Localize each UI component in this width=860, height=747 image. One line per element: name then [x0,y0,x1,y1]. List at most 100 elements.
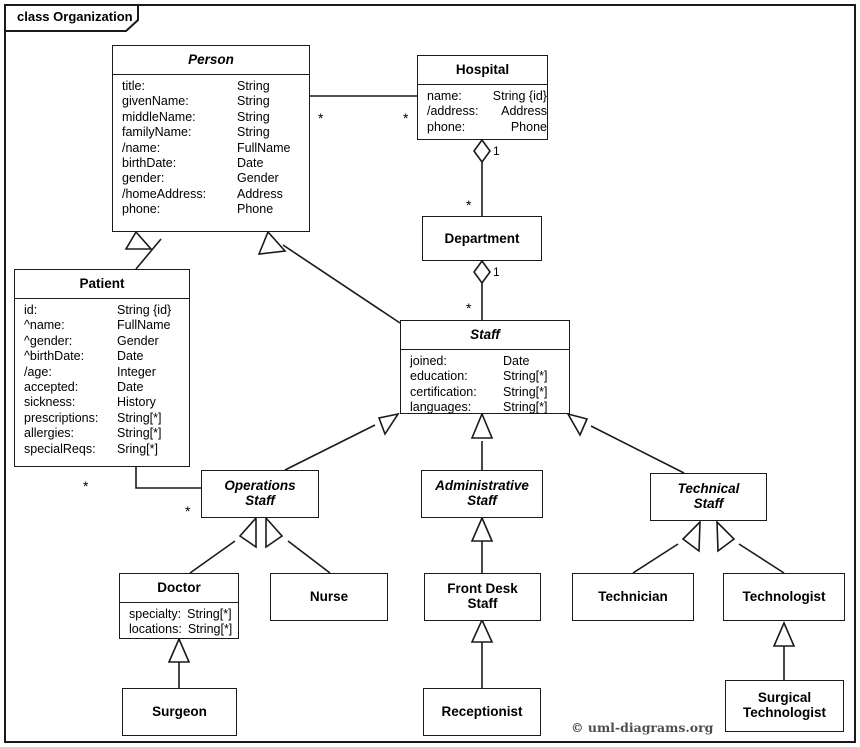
class-box-technician[interactable]: Technician [572,573,694,621]
class-name-receptionist: Receptionist [441,704,523,719]
class-box-technologist[interactable]: Technologist [723,573,845,621]
attribute-type: String [237,79,270,93]
multiplicity-operations-end: * [185,503,191,519]
class-name-surgical-technologist: Surgical Technologist [743,690,826,720]
attribute-row: birthDate: Date [113,156,309,171]
attribute-name: name: [427,89,462,103]
class-name-nurse: Nurse [309,589,349,604]
class-name-hospital: Hospital [418,56,547,85]
class-box-nurse[interactable]: Nurse [270,573,388,621]
class-box-patient[interactable]: Patient id: String {id} ^name: FullName … [14,269,190,467]
class-box-technical-staff[interactable]: Technical Staff [650,473,767,521]
multiplicity-dept-staff-staff: * [466,300,472,316]
attribute-type: String[*] [187,607,232,621]
class-box-doctor[interactable]: Doctor specialty: String[*] locations: S… [119,573,239,639]
attribute-row: ^birthDate: Date [15,349,189,364]
attribute-type: Gender [237,171,279,186]
attribute-name: specialty: [129,607,182,621]
attribute-row: specialReqs: Sring[*] [15,442,189,457]
class-box-front-desk-staff[interactable]: Front Desk Staff [424,573,541,621]
attribute-name: middleName: [122,109,196,124]
attribute-type: Date [117,349,144,364]
attribute-name: specialReqs: [24,441,96,456]
multiplicity-hospital-dept-hospital: 1 [493,144,500,158]
class-box-staff[interactable]: Staff joined: Date education: String[*] … [400,320,570,414]
attribute-name: /address: [427,104,479,119]
attribute-type: Address [501,104,547,119]
class-name-surgeon: Surgeon [152,704,207,719]
class-name-administrative-staff: Administrative Staff [435,478,529,508]
attribute-type: String {id} [492,89,547,103]
attribute-row: gender: Gender [113,171,309,186]
attribute-row: middleName: String [113,110,309,125]
attribute-row: sickness: History [15,395,189,410]
class-box-surgical-technologist[interactable]: Surgical Technologist [725,680,844,732]
class-box-person[interactable]: Person title: String givenName: String m… [112,45,310,232]
attribute-row: /homeAddress: Address [113,187,309,202]
attribute-name: phone: [427,119,466,134]
attribute-name: givenName: [122,94,189,109]
multiplicity-patient-end: * [83,478,89,494]
class-name-person: Person [113,46,309,75]
attribute-type: String[*] [117,410,162,425]
attribute-row: specialty: String[*] [120,607,238,622]
frame-title: class Organization [17,9,133,24]
attribute-type: String [237,94,270,109]
class-name-technologist: Technologist [742,589,826,604]
class-name-staff: Staff [401,321,569,350]
attribute-name: /age: [24,364,52,379]
attribute-name: allergies: [24,426,75,441]
attribute-name: ^gender: [24,333,73,348]
attribute-row: /age: Integer [15,365,189,380]
attribute-type: Phone [237,202,274,217]
class-box-surgeon[interactable]: Surgeon [122,688,237,736]
class-name-department: Department [444,231,520,246]
attribute-name: phone: [122,202,161,217]
attribute-row: joined: Date [401,354,569,369]
class-box-department[interactable]: Department [422,216,542,261]
attribute-row: phone: Phone [418,120,547,135]
attribute-name: certification: [410,384,477,399]
attribute-name: accepted: [24,380,79,395]
attribute-list-patient: id: String {id} ^name: FullName ^gender:… [15,299,189,461]
attribute-type: String[*] [117,426,162,441]
attribute-name: ^name: [24,318,65,333]
class-box-receptionist[interactable]: Receptionist [423,688,541,736]
attribute-type: Address [237,186,283,201]
attribute-type: Integer [117,364,156,379]
attribute-row: accepted: Date [15,380,189,395]
attribute-name: locations: [129,622,182,637]
attribute-row: education: String[*] [401,369,569,384]
class-box-administrative-staff[interactable]: Administrative Staff [421,470,543,518]
attribute-row: familyName: String [113,125,309,140]
attribute-type: History [117,395,156,410]
attribute-name: ^birthDate: [24,349,85,364]
attribute-row: languages: String[*] [401,400,569,415]
class-box-operations-staff[interactable]: Operations Staff [201,470,319,518]
attribute-type: Date [237,156,264,171]
class-name-operations-staff: Operations Staff [224,478,296,508]
attribute-name: /homeAddress: [122,186,207,201]
attribute-name: joined: [410,354,447,368]
class-name-patient: Patient [15,270,189,299]
attribute-row: id: String {id} [15,303,189,318]
multiplicity-hospital-end: * [403,110,409,126]
attribute-row: ^gender: Gender [15,334,189,349]
attribute-row: /name: FullName [113,141,309,156]
uml-class-diagram: class Organization Person title: String … [0,0,860,747]
attribute-row: title: String [113,79,309,94]
attribute-row: certification: String[*] [401,385,569,400]
attribute-list-doctor: specialty: String[*] locations: String[*… [120,603,238,642]
attribute-type: Phone [510,119,547,134]
attribute-type: Gender [117,333,159,348]
attribute-type: String {id} [117,303,172,317]
attribute-name: birthDate: [122,156,177,171]
attribute-name: id: [24,303,38,317]
attribute-name: education: [410,369,468,384]
attribute-type: String[*] [503,384,548,399]
class-box-hospital[interactable]: Hospital name: String {id} /address: Add… [417,55,548,140]
class-name-technician: Technician [598,589,668,604]
class-name-doctor: Doctor [120,574,238,603]
attribute-row: phone: Phone [113,202,309,217]
attribute-name: familyName: [122,125,192,140]
